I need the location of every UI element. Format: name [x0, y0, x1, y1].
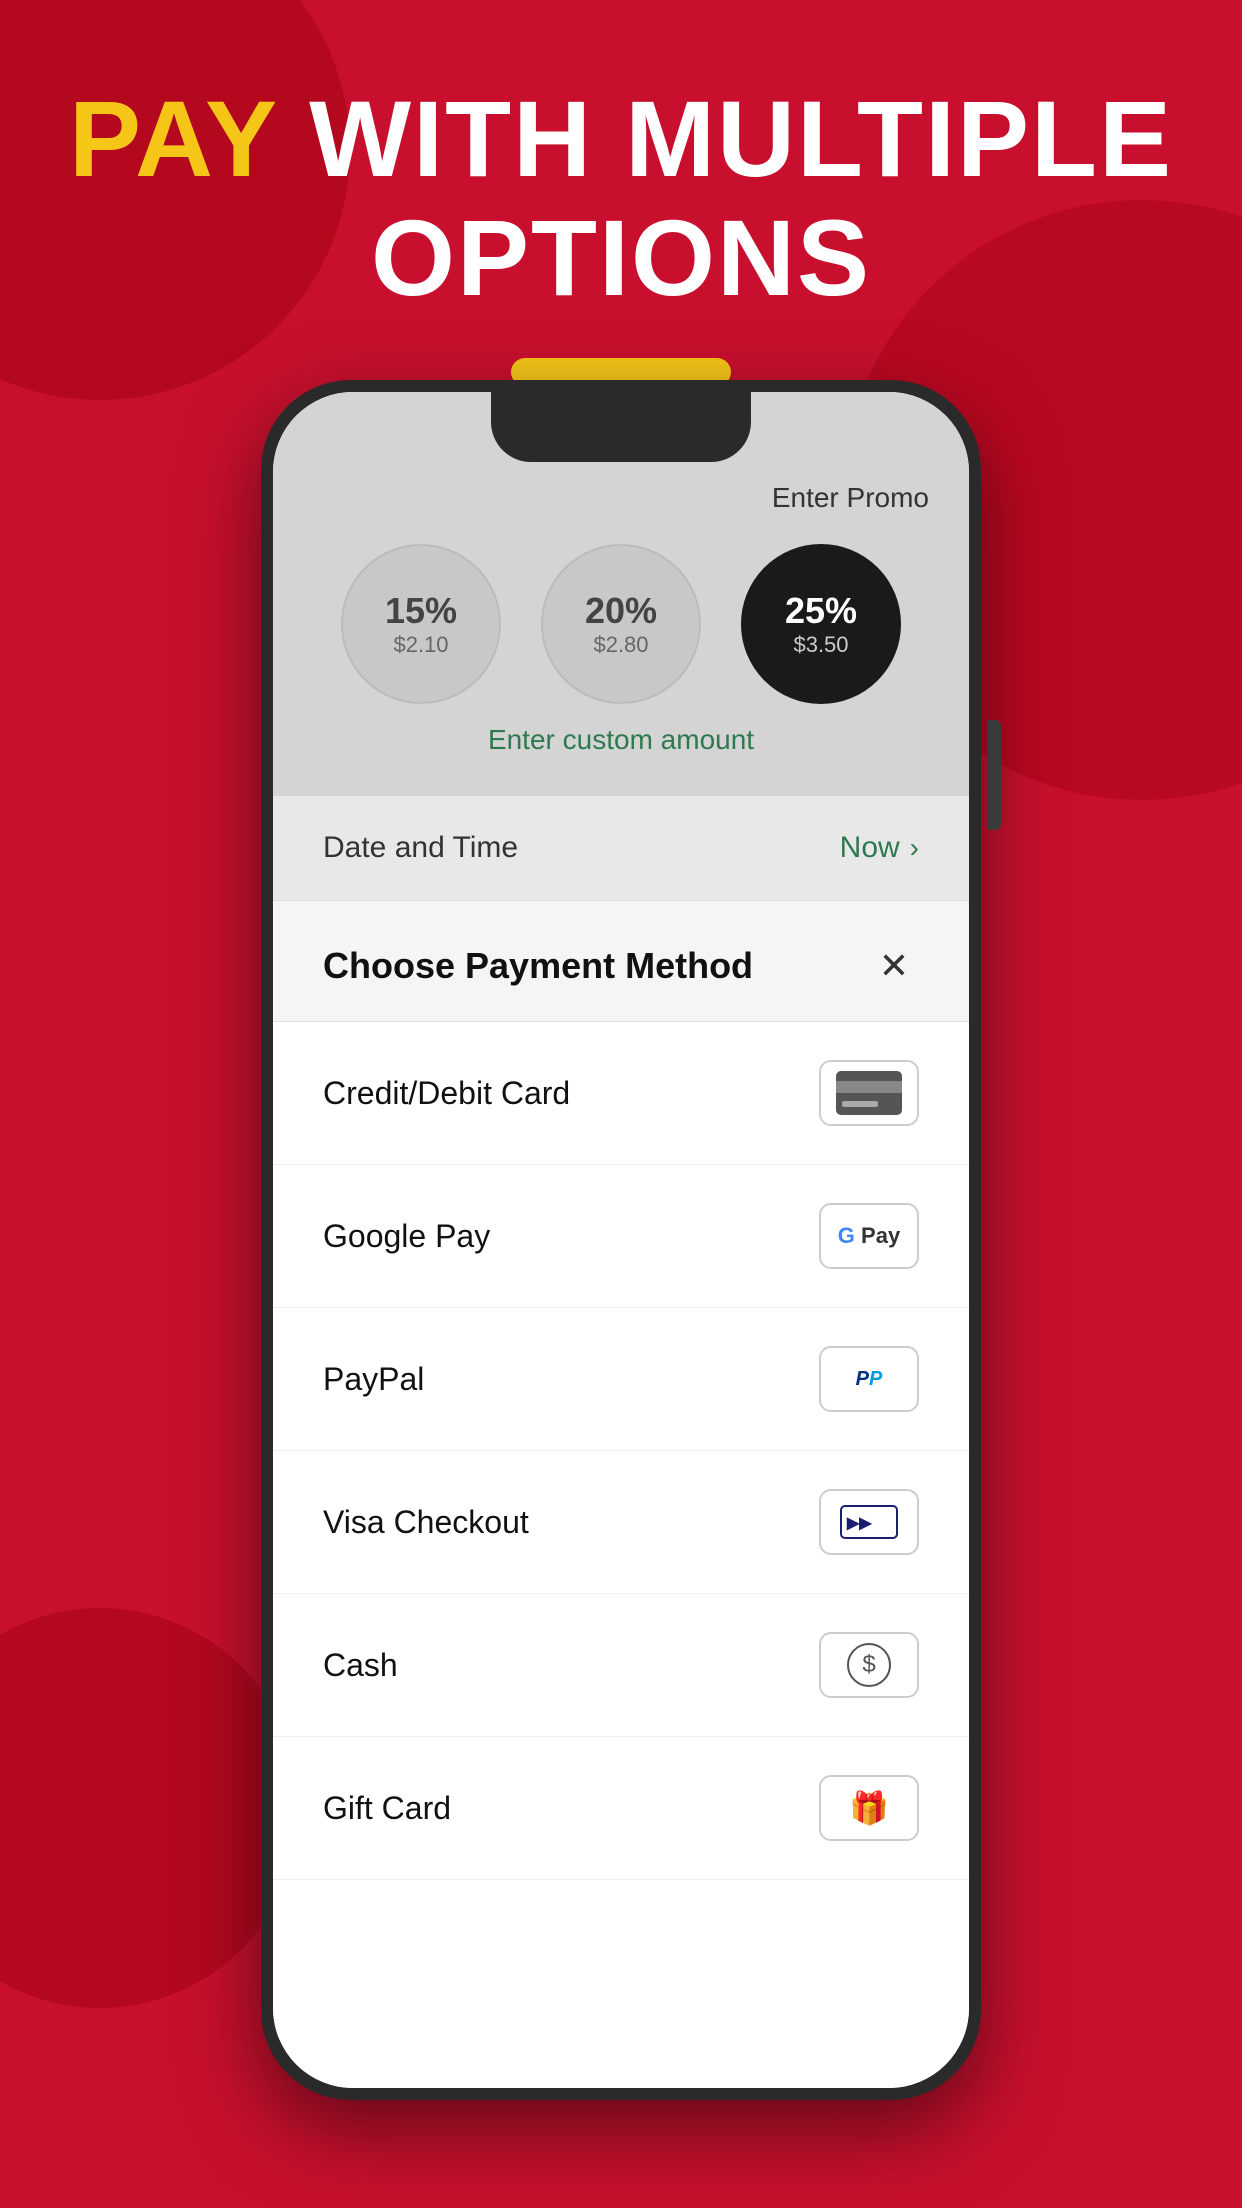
payment-method-paypal[interactable]: PayPal PP: [273, 1308, 969, 1451]
phone-mockup: Enter Promo 15% $2.10 20% $2.80 25%: [261, 380, 981, 2100]
tip-option-25[interactable]: 25% $3.50: [741, 544, 901, 704]
paypal-icon-wrapper: PP: [819, 1346, 919, 1412]
google-pay-icon-wrapper: G Pay: [819, 1203, 919, 1269]
visa-checkout-icon: ▶▶: [839, 1504, 899, 1540]
main-headline: PAY WITH MULTIPLE OPTIONS: [0, 80, 1242, 318]
datetime-now-text: Now: [840, 831, 900, 865]
phone-side-button: [987, 720, 1001, 830]
credit-card-icon-wrapper: [819, 1060, 919, 1126]
phone-frame: Enter Promo 15% $2.10 20% $2.80 25%: [261, 380, 981, 2100]
gift-card-label: Gift Card: [323, 1790, 451, 1827]
credit-card-label: Credit/Debit Card: [323, 1075, 570, 1112]
svg-text:▶▶: ▶▶: [846, 1515, 872, 1532]
tip-15-amount: $2.10: [393, 632, 448, 658]
top-bar: Enter Promo: [313, 482, 929, 514]
paypal-icon: PP: [856, 1368, 883, 1391]
tip-25-percent: 25%: [785, 590, 857, 632]
credit-card-icon: [834, 1069, 904, 1117]
visa-label: Visa Checkout: [323, 1504, 529, 1541]
datetime-label: Date and Time: [323, 831, 518, 865]
visa-icon-wrapper: ▶▶: [819, 1489, 919, 1555]
payment-method-google-pay[interactable]: Google Pay G Pay: [273, 1165, 969, 1308]
tip-20-amount: $2.80: [593, 632, 648, 658]
header-section: PAY WITH MULTIPLE OPTIONS: [0, 80, 1242, 386]
payment-method-visa[interactable]: Visa Checkout ▶▶: [273, 1451, 969, 1594]
cash-icon-wrapper: $: [819, 1632, 919, 1698]
datetime-row[interactable]: Date and Time Now ›: [273, 796, 969, 901]
payment-method-credit-card[interactable]: Credit/Debit Card: [273, 1022, 969, 1165]
custom-amount-button[interactable]: Enter custom amount: [313, 724, 929, 756]
cash-icon: $: [847, 1643, 891, 1687]
google-pay-icon: G Pay: [838, 1223, 900, 1249]
payment-method-gift-card[interactable]: Gift Card 🎁: [273, 1737, 969, 1880]
payment-sheet: Choose Payment Method ✕ Credit/Debit Car…: [273, 901, 969, 2088]
gift-card-icon-wrapper: 🎁: [819, 1775, 919, 1841]
phone-notch: [491, 392, 751, 462]
tip-15-percent: 15%: [385, 590, 457, 632]
payment-sheet-title: Choose Payment Method: [323, 945, 753, 987]
payment-methods-list: Credit/Debit Card Google: [273, 1022, 969, 1880]
cash-label: Cash: [323, 1647, 398, 1684]
datetime-value: Now ›: [840, 831, 919, 865]
tip-option-20[interactable]: 20% $2.80: [541, 544, 701, 704]
screen-content: Enter Promo 15% $2.10 20% $2.80 25%: [273, 392, 969, 2088]
headline-line2: OPTIONS: [371, 197, 871, 318]
pay-word: PAY: [69, 78, 277, 199]
phone-screen: Enter Promo 15% $2.10 20% $2.80 25%: [273, 392, 969, 2088]
enter-promo-button[interactable]: Enter Promo: [772, 482, 929, 514]
gift-card-icon: 🎁: [849, 1789, 889, 1827]
payment-sheet-close-button[interactable]: ✕: [869, 941, 919, 991]
payment-sheet-header: Choose Payment Method ✕: [273, 901, 969, 1022]
paypal-label: PayPal: [323, 1361, 424, 1398]
bg-decoration-3: [0, 1608, 300, 2008]
chevron-right-icon: ›: [910, 832, 919, 864]
close-icon: ✕: [879, 945, 909, 987]
tip-circles-container: 15% $2.10 20% $2.80 25% $3.50: [313, 544, 929, 704]
headline-rest: WITH MULTIPLE: [277, 78, 1173, 199]
payment-method-cash[interactable]: Cash $: [273, 1594, 969, 1737]
tip-25-amount: $3.50: [793, 632, 848, 658]
google-pay-label: Google Pay: [323, 1218, 490, 1255]
tip-20-percent: 20%: [585, 590, 657, 632]
tip-option-15[interactable]: 15% $2.10: [341, 544, 501, 704]
